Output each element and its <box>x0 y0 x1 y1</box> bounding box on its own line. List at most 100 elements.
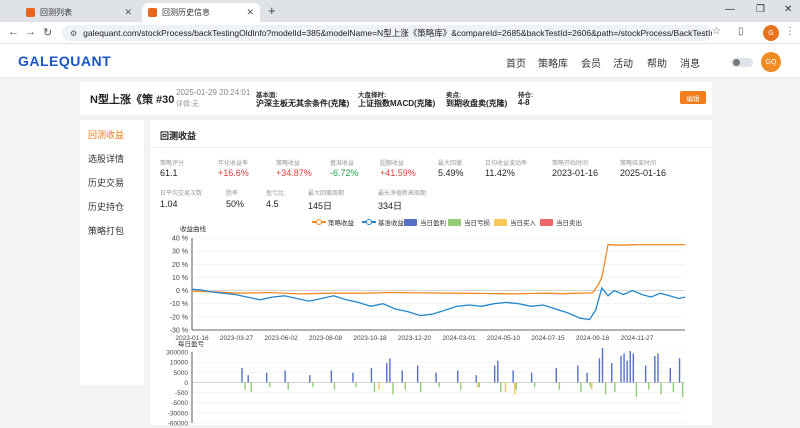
side-item-stock-selection[interactable]: 选股详情 <box>88 152 124 165</box>
loss-bar <box>392 382 394 395</box>
buy-bar <box>477 382 479 388</box>
metric-label: 胜率 <box>226 191 239 197</box>
tab-label: 回测列表 <box>40 8 72 17</box>
menu-dots-icon[interactable]: ⋮ <box>785 26 795 37</box>
y-tick-label: -20 % <box>170 314 188 321</box>
strategy-info-card: N型上涨《策 #30 2025-01-29 20:24:01 详情:无 基本面:… <box>80 82 712 115</box>
profit-bar <box>475 375 477 383</box>
profile-avatar[interactable]: G <box>763 25 779 41</box>
profit-bar <box>456 370 459 383</box>
site-info-icon[interactable]: ⚙ <box>70 29 77 38</box>
new-tab-icon[interactable]: + <box>268 3 276 18</box>
forward-arrow-icon[interactable]: → <box>25 26 36 38</box>
returns-line-chart[interactable]: 40 %30 %20 %10 %0 %-10 %-20 %-30 %2023-0… <box>150 230 712 346</box>
nav-home[interactable]: 首页 <box>506 55 526 70</box>
metric-value: 50% <box>226 199 245 209</box>
legend-label: 当日买入 <box>510 220 536 227</box>
metric-label: 策略结束时间 <box>620 161 657 167</box>
metric-value: 61.1 <box>160 168 178 178</box>
profit-bar <box>623 353 625 383</box>
loss-bar <box>269 382 271 388</box>
nav-strategy-library[interactable]: 策略库 <box>538 55 568 70</box>
edit-button[interactable]: 编辑 <box>680 91 706 104</box>
y-tick-label: 0 <box>184 380 188 387</box>
loss-bar <box>558 382 561 390</box>
user-avatar[interactable]: GQ <box>761 52 781 72</box>
loss-bar <box>614 382 616 393</box>
close-icon[interactable]: ✕ <box>246 7 254 18</box>
legend-strategy-returns[interactable]: 策略收益 <box>312 217 354 227</box>
profit-bar <box>309 375 311 383</box>
backtest-returns-panel: 回测收益 策略评分 61.1 年化收益率 +16.6% 策略收益 +34.87% 基准收益 -… <box>150 120 712 428</box>
bookmark-star-icon[interactable]: ☆ <box>712 26 721 37</box>
legend-label: 当日亏损 <box>464 220 490 227</box>
profit-bar <box>586 372 588 383</box>
legend-daily-buy[interactable]: 当日买入 <box>494 217 536 227</box>
x-tick-label: 2024-05-10 <box>487 335 521 342</box>
theme-toggle[interactable] <box>731 58 753 67</box>
tab-backtest-list[interactable]: 回测列表 ✕ <box>20 3 138 22</box>
site-logo[interactable]: GALEQUANT <box>18 53 111 69</box>
x-tick-label: 2023-01-16 <box>175 335 209 342</box>
side-item-trade-history[interactable]: 历史交易 <box>88 176 124 189</box>
tab-backtest-history[interactable]: 回测历史信息 ✕ <box>142 3 260 22</box>
loss-bar <box>589 382 591 388</box>
metric-value: +16.6% <box>218 168 249 178</box>
sidebar-panel-icon[interactable]: ▯ <box>738 26 744 37</box>
buy-bar <box>591 382 593 390</box>
x-tick-label: 2024-07-15 <box>531 335 565 342</box>
metric-value: 4.5 <box>266 199 279 209</box>
profit-bar <box>626 360 628 383</box>
url-input[interactable]: ⚙ galequant.com/stockProcess/backTesting… <box>62 25 712 41</box>
loss-bar <box>534 382 536 388</box>
reload-icon[interactable]: ↻ <box>43 26 52 39</box>
legend-label: 当日盈利 <box>420 220 446 227</box>
legend-loss-box <box>448 218 461 226</box>
window-close-icon[interactable]: ✕ <box>784 4 792 15</box>
legend-benchmark-returns[interactable]: 基准收益 <box>362 217 404 227</box>
y-tick-label: 10 % <box>172 275 188 282</box>
profit-bar <box>657 353 659 383</box>
minimize-icon[interactable]: — <box>725 4 735 15</box>
close-icon[interactable]: ✕ <box>124 7 132 18</box>
loss-bar <box>604 382 607 395</box>
metric-label: 策略开始时间 <box>552 161 589 167</box>
y-tick-label: 300000 <box>166 350 188 357</box>
loss-bar <box>287 382 289 390</box>
y-tick-label: 30 % <box>172 249 188 256</box>
side-item-backtest-returns[interactable]: 回测收益 <box>88 128 124 141</box>
divider <box>150 147 712 148</box>
profit-bar <box>497 360 499 383</box>
profit-bar <box>493 365 496 383</box>
nav-messages[interactable]: 消息 <box>680 55 700 70</box>
loss-bar <box>373 382 376 393</box>
legend-sell-box <box>540 218 553 226</box>
profit-bar <box>370 367 373 383</box>
y-tick-label: 40 % <box>172 236 188 243</box>
nav-help[interactable]: 帮助 <box>647 55 667 70</box>
legend-daily-sell[interactable]: 当日卖出 <box>540 217 582 227</box>
metric-label: 最大回撤 <box>438 161 463 167</box>
x-tick-label: 2024-03-01 <box>442 335 476 342</box>
loss-bar <box>420 382 422 393</box>
metric-value: 5.49% <box>438 168 464 178</box>
profit-bar <box>241 367 243 383</box>
loss-bar <box>244 382 246 390</box>
side-item-strategy-package[interactable]: 策略打包 <box>88 224 124 237</box>
profit-bar <box>530 372 533 383</box>
loss-bar <box>250 382 252 393</box>
nav-membership[interactable]: 会员 <box>581 55 601 70</box>
x-tick-label: 2023-12-20 <box>398 335 432 342</box>
market-timing-value: 上证指数MACD(克隆) <box>358 99 436 108</box>
maximize-icon[interactable]: ❐ <box>756 4 765 15</box>
metric-label: 策略评分 <box>160 161 185 167</box>
y-tick-label: -10 % <box>170 301 188 308</box>
legend-daily-profit[interactable]: 当日盈利 <box>404 217 446 227</box>
daily-pnl-bar-chart[interactable]: 300000 10000 5000 0 -500 -5000 -30000 -60000 <box>150 348 712 428</box>
metric-value: +34.87% <box>276 168 312 178</box>
profit-bar <box>284 370 286 383</box>
legend-daily-loss[interactable]: 当日亏损 <box>448 217 490 227</box>
back-arrow-icon[interactable]: ← <box>8 26 19 38</box>
nav-activity[interactable]: 活动 <box>613 55 633 70</box>
side-item-holding-history[interactable]: 历史持仓 <box>88 200 124 213</box>
